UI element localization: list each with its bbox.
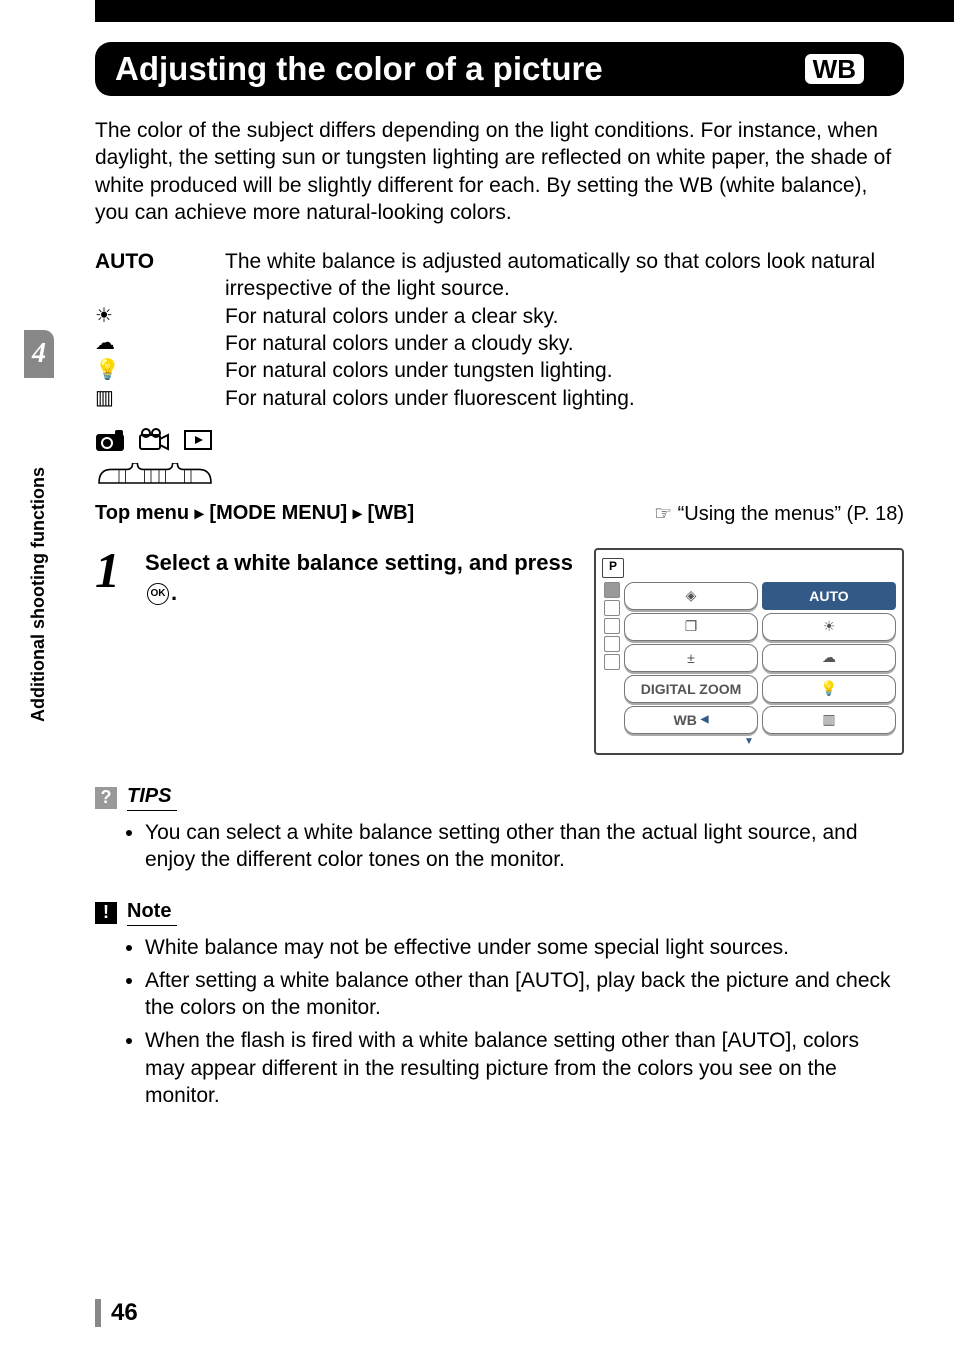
menu-path: Top menu ▶ [MODE MENU] ▶ [WB] [95, 502, 414, 525]
menu-value-auto: AUTO [762, 582, 896, 610]
menu-value-tungsten-icon: 💡 [762, 675, 896, 703]
page-number: 46 [95, 1299, 138, 1327]
list-item: White balance may not be effective under… [145, 934, 904, 961]
mode-p-badge: P [602, 558, 624, 578]
option-desc: For natural colors under tungsten lighti… [225, 357, 904, 384]
step-text: Select a white balance setting, and pres… [145, 548, 574, 755]
camera-menu-screenshot: P ◈ ❐ ± DIGITAL ZOOM WB ◀ AUTO ☀ [594, 548, 904, 755]
top-black-band [95, 0, 954, 22]
hand-pointer-icon: ☞ [654, 503, 672, 525]
menu-item: ❐ [624, 613, 758, 641]
tips-list: You can select a white balance setting o… [131, 819, 904, 874]
down-arrow-icon: ▼ [602, 736, 896, 747]
option-key-auto: AUTO [95, 248, 225, 303]
menu-value-fluorescent-icon: ▥ [762, 706, 896, 734]
option-desc: For natural colors under fluorescent lig… [225, 385, 904, 412]
wb-icon: WB [805, 54, 864, 84]
reference-link: ☞ “Using the menus” (P. 18) [654, 501, 904, 526]
mode-dial-icon [95, 463, 215, 487]
option-desc: For natural colors under a cloudy sky. [225, 330, 904, 357]
playback-icon [183, 428, 213, 459]
option-desc: The white balance is adjusted automatica… [225, 248, 904, 303]
chapter-title: Additional shooting functions [28, 382, 49, 722]
option-desc: For natural colors under a clear sky. [225, 303, 904, 330]
left-arrow-icon: ◀ [701, 714, 709, 725]
menu-item-label: WB [674, 712, 697, 728]
wb-options-table: AUTO The white balance is adjusted autom… [95, 248, 904, 412]
option-key-sunny-icon: ☀ [95, 303, 225, 330]
step-1-block: 1 Select a white balance setting, and pr… [95, 548, 904, 755]
menu-path-seg1: [MODE MENU] [209, 502, 347, 524]
page-title-bar: Adjusting the color of a picture WB [95, 42, 904, 96]
menu-item: ± [624, 644, 758, 672]
menu-path-seg2: [WB] [368, 502, 415, 524]
list-item: After setting a white balance other than… [145, 967, 904, 1022]
menu-tab-bars [604, 582, 620, 734]
step-number: 1 [95, 548, 125, 755]
option-key-cloudy-icon: ☁ [95, 330, 225, 357]
menu-path-prefix: Top menu [95, 502, 195, 524]
chapter-number: 4 [24, 330, 54, 378]
intro-paragraph: The color of the subject differs dependi… [95, 117, 904, 226]
step-text-after: . [171, 580, 177, 605]
menu-item: DIGITAL ZOOM [624, 675, 758, 703]
option-key-fluorescent-icon: ▥ [95, 385, 225, 412]
menu-path-row: Top menu ▶ [MODE MENU] ▶ [WB] ☞ “Using t… [95, 501, 904, 526]
reference-text: “Using the menus” (P. 18) [678, 503, 904, 525]
camera-icon [95, 428, 125, 459]
menu-item-wb: WB ◀ [624, 706, 758, 734]
chapter-tab: 4 Additional shooting functions [24, 330, 54, 725]
tips-badge-icon: ? [95, 787, 117, 809]
note-badge-icon: ! [95, 902, 117, 924]
page-title: Adjusting the color of a picture [115, 50, 603, 88]
tips-header: ? TIPS [95, 785, 904, 811]
note-heading: Note [127, 900, 177, 926]
tips-heading: TIPS [127, 785, 177, 811]
movie-icon [139, 428, 169, 459]
menu-value-sunny-icon: ☀ [762, 613, 896, 641]
list-item: You can select a white balance setting o… [145, 819, 904, 874]
step-text-before: Select a white balance setting, and pres… [145, 550, 573, 575]
option-key-tungsten-icon: 💡 [95, 357, 225, 384]
note-header: ! Note [95, 900, 904, 926]
note-list: White balance may not be effective under… [131, 934, 904, 1110]
menu-value-cloudy-icon: ☁ [762, 644, 896, 672]
ok-button-icon: OK [147, 583, 169, 605]
list-item: When the flash is fired with a white bal… [145, 1027, 904, 1109]
mode-dial-illustration [95, 428, 904, 487]
menu-item: ◈ [624, 582, 758, 610]
